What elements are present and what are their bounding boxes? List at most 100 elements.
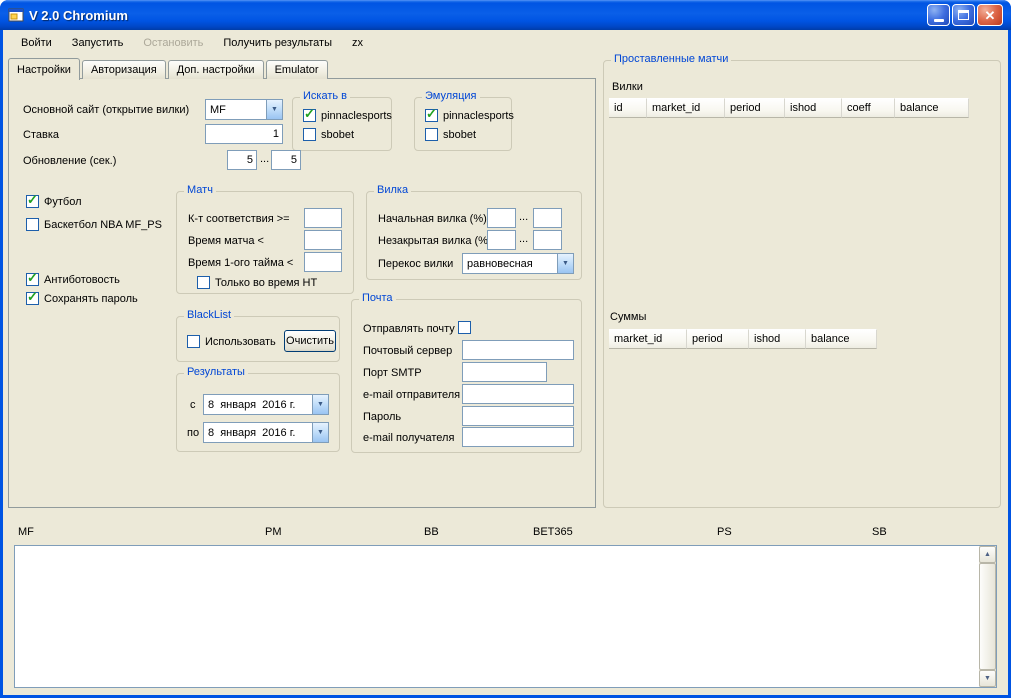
bottom-label-bet365: BET365 (533, 526, 573, 538)
search-sbobet-checkbox[interactable] (303, 128, 316, 141)
refresh-label: Обновление (сек.) (23, 155, 117, 167)
menu-item-zx[interactable]: zx (342, 33, 373, 53)
sums-col-balance[interactable]: balance (806, 329, 877, 349)
emulation-group: Эмуляция ✓ pinnaclesports sbobet (414, 90, 514, 151)
mail-recipient-input[interactable] (462, 427, 574, 447)
chevron-down-icon: ▼ (312, 423, 328, 442)
forks-table-header: id market_id period ishod coeff balance (609, 98, 969, 118)
close-button[interactable]: ✕ (977, 4, 1003, 26)
match-time-label: Время матча < (188, 235, 264, 247)
fork-initial-label: Начальная вилка (%) (378, 213, 487, 225)
mail-password-input[interactable] (462, 406, 574, 426)
emulation-pinnaclesports-checkbox[interactable]: ✓ (425, 106, 438, 122)
sums-table-header: market_id period ishod balance (609, 329, 877, 349)
forks-col-period[interactable]: period (725, 98, 785, 118)
tab-authorization[interactable]: Авторизация (81, 60, 166, 79)
results-from-datepicker[interactable]: 8 января 2016 г. ▼ (203, 394, 329, 415)
search-in-group: Искать в ✓ pinnaclesports sbobet (292, 90, 392, 151)
check-icon: ✓ (27, 289, 38, 304)
mail-sender-label: e-mail отправителя (363, 389, 461, 401)
scrollbar-thumb[interactable] (979, 563, 996, 670)
menu-item-get-results[interactable]: Получить результаты (213, 33, 342, 53)
save-password-row: ✓ Сохранять пароль (26, 289, 138, 305)
blacklist-clear-button[interactable]: Очистить (284, 330, 336, 352)
tab-extra-settings[interactable]: Доп. настройки (167, 60, 264, 79)
fork-unclosed-to-input[interactable] (533, 230, 562, 250)
forks-col-id[interactable]: id (609, 98, 647, 118)
main-site-select[interactable]: MF ▼ (205, 99, 283, 120)
chevron-down-icon: ▼ (312, 395, 328, 414)
mail-sender-input[interactable] (462, 384, 574, 404)
basketball-checkbox[interactable] (26, 218, 39, 231)
forks-col-market-id[interactable]: market_id (647, 98, 725, 118)
sums-col-market-id[interactable]: market_id (609, 329, 687, 349)
match-coef-label: К-т соответствия >= (188, 213, 290, 225)
blacklist-use-checkbox[interactable] (187, 335, 200, 348)
window-title: V 2.0 Chromium (29, 7, 128, 23)
fork-initial-from-input[interactable] (487, 208, 516, 228)
antibot-row: ✓ Антиботовость (26, 271, 120, 286)
results-group-title: Результаты (184, 366, 248, 378)
stake-input[interactable] (205, 124, 283, 144)
tab-emulator[interactable]: Emulator (265, 60, 328, 79)
refresh-from-input[interactable] (227, 150, 257, 170)
football-checkbox[interactable]: ✓ (26, 192, 39, 208)
match-coef-input[interactable] (304, 208, 342, 228)
forks-col-coeff[interactable]: coeff (842, 98, 895, 118)
emulation-sbobet-checkbox[interactable] (425, 128, 438, 141)
minimize-icon (933, 19, 944, 22)
blacklist-group-title: BlackList (184, 309, 235, 321)
fork-skew-value: равновесная (467, 257, 533, 270)
check-icon: ✓ (27, 192, 38, 207)
check-icon: ✓ (426, 106, 437, 121)
save-password-checkbox[interactable]: ✓ (26, 289, 39, 305)
match-half-input[interactable] (304, 252, 342, 272)
tab-settings[interactable]: Настройки (8, 58, 80, 80)
tab-strip: Настройки Авторизация Доп. настройки Emu… (8, 57, 330, 80)
match-time-input[interactable] (304, 230, 342, 250)
antibot-label: Антиботовость (44, 273, 120, 286)
tab-emulator-label: Emulator (274, 64, 319, 76)
match-group-title: Матч (184, 184, 216, 196)
emulation-sbobet-label: sbobet (443, 128, 477, 141)
mail-smtp-input[interactable] (462, 362, 547, 382)
chevron-down-icon: ▼ (266, 100, 282, 119)
maximize-button[interactable] (952, 4, 975, 26)
forks-col-ishod[interactable]: ishod (785, 98, 842, 118)
mail-send-checkbox[interactable] (458, 321, 471, 334)
log-textarea[interactable]: ▲ ▼ (14, 545, 997, 688)
results-from-value: 8 января 2016 г. (208, 398, 296, 411)
bottom-label-bb: BB (424, 526, 439, 538)
forks-col-balance[interactable]: balance (895, 98, 969, 118)
fork-initial-to-input[interactable] (533, 208, 562, 228)
search-pinnaclesports-checkbox[interactable]: ✓ (303, 107, 316, 122)
fork-skew-label: Перекос вилки (378, 258, 454, 270)
forks-label: Вилки (612, 81, 643, 93)
refresh-range-dots: ... (260, 153, 270, 165)
emulation-pinnaclesports-label: pinnaclesports (443, 109, 514, 122)
fork-skew-select[interactable]: равновесная ▼ (462, 253, 574, 274)
sums-col-period[interactable]: period (687, 329, 749, 349)
refresh-to-input[interactable] (271, 150, 301, 170)
sums-col-ishod[interactable]: ishod (749, 329, 806, 349)
results-to-datepicker[interactable]: 8 января 2016 г. ▼ (203, 422, 329, 443)
tab-settings-label: Настройки (17, 64, 71, 76)
bottom-label-pm: PM (265, 526, 282, 538)
antibot-checkbox[interactable]: ✓ (26, 271, 39, 286)
app-window: V 2.0 Chromium ✕ Войти Запустить Останов… (0, 0, 1011, 698)
fork-unclosed-dots: ... (519, 233, 529, 245)
menu-item-start[interactable]: Запустить (62, 33, 134, 53)
search-pinnaclesports-row: ✓ pinnaclesports (303, 107, 392, 122)
scroll-down-button[interactable]: ▼ (979, 670, 996, 687)
mail-group-title: Почта (359, 292, 396, 304)
minimize-button[interactable] (927, 4, 950, 26)
mail-send-label: Отправлять почту (363, 323, 455, 335)
scroll-up-button[interactable]: ▲ (979, 546, 996, 563)
ht-only-checkbox[interactable] (197, 276, 210, 289)
mail-server-input[interactable] (462, 340, 574, 360)
chevron-down-icon: ▼ (557, 254, 573, 273)
fork-unclosed-from-input[interactable] (487, 230, 516, 250)
sums-label: Суммы (610, 311, 647, 323)
vertical-scrollbar[interactable]: ▲ ▼ (979, 546, 996, 687)
menu-item-login[interactable]: Войти (11, 33, 62, 53)
